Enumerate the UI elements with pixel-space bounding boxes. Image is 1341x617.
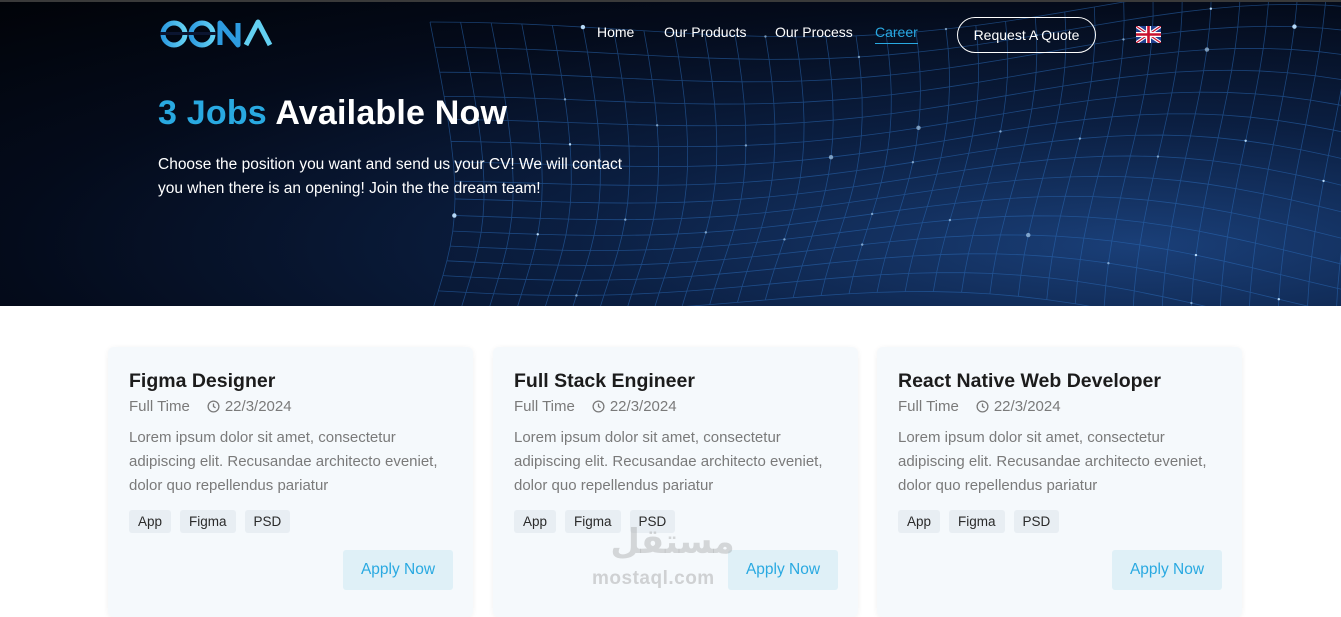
job-type: Full Time [129, 398, 190, 415]
tag: App [129, 510, 172, 533]
apply-now-button[interactable]: Apply Now [343, 550, 453, 590]
job-title: Figma Designer [129, 370, 276, 392]
job-tags: App Figma PSD [514, 510, 676, 533]
job-type: Full Time [514, 398, 575, 415]
hero-description: Choose the position you want and send us… [158, 156, 623, 197]
apply-now-button[interactable]: Apply Now [728, 550, 838, 590]
job-type: Full Time [898, 398, 959, 415]
tag: PSD [1013, 510, 1060, 533]
job-meta: Full Time 22/3/2024 [898, 398, 1061, 415]
request-quote-button[interactable]: Request A Quote [957, 17, 1096, 53]
apply-now-button[interactable]: Apply Now [1112, 550, 1222, 590]
hero-title-rest: Available Now [275, 94, 508, 132]
oona-logo[interactable] [160, 16, 280, 52]
tag: Figma [180, 510, 236, 533]
job-card: React Native Web Developer Full Time 22/… [877, 347, 1242, 617]
nav-home[interactable]: Home [597, 24, 634, 40]
job-date: 22/3/2024 [993, 398, 1061, 415]
navbar: Home Our Products Our Process Career Req… [0, 2, 1341, 68]
hero-banner: Home Our Products Our Process Career Req… [0, 0, 1341, 306]
uk-flag-icon[interactable] [1136, 26, 1161, 43]
nav-career[interactable]: Career [875, 24, 918, 44]
job-card: Figma Designer Full Time 22/3/2024 Lorem… [108, 347, 473, 617]
tag: Figma [949, 510, 1005, 533]
tag: App [898, 510, 941, 533]
job-title: Full Stack Engineer [514, 370, 695, 392]
jobs-count: 3 Jobs [158, 94, 267, 132]
nav-our-process[interactable]: Our Process [775, 24, 853, 40]
tag: PSD [629, 510, 676, 533]
job-tags: App Figma PSD [129, 510, 291, 533]
job-title: React Native Web Developer [898, 370, 1161, 392]
job-description: Lorem ipsum dolor sit amet, consectetur … [514, 429, 823, 494]
clock-icon [207, 400, 220, 413]
nav-our-products[interactable]: Our Products [664, 24, 746, 40]
job-description: Lorem ipsum dolor sit amet, consectetur … [898, 429, 1207, 494]
job-meta: Full Time 22/3/2024 [129, 398, 292, 415]
job-tags: App Figma PSD [898, 510, 1060, 533]
clock-icon [592, 400, 605, 413]
tag: PSD [244, 510, 291, 533]
job-date: 22/3/2024 [224, 398, 292, 415]
job-date: 22/3/2024 [609, 398, 677, 415]
job-card: Full Stack Engineer Full Time 22/3/2024 … [493, 347, 858, 617]
hero-title: 3 Jobs Available Now [158, 94, 507, 133]
tag: Figma [565, 510, 621, 533]
job-meta: Full Time 22/3/2024 [514, 398, 677, 415]
tag: App [514, 510, 557, 533]
clock-icon [976, 400, 989, 413]
job-description: Lorem ipsum dolor sit amet, consectetur … [129, 429, 438, 494]
